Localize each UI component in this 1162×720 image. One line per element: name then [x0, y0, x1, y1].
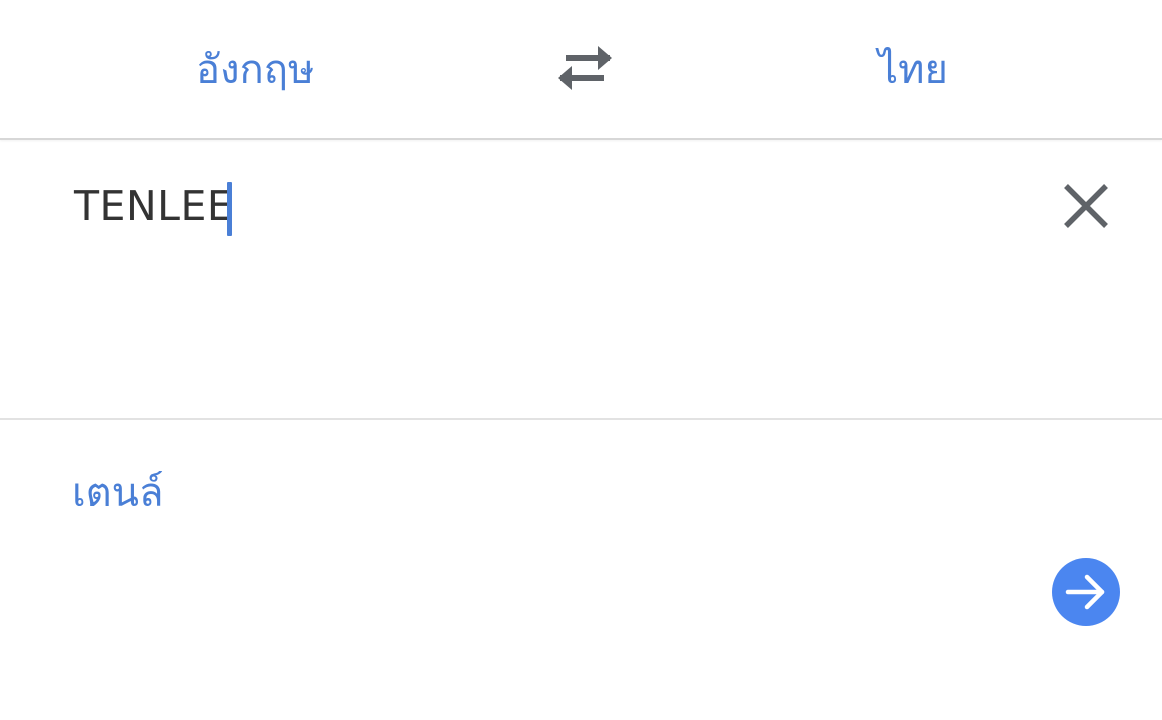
clear-input-button[interactable]	[1058, 178, 1114, 234]
translation-result-area: เตนล์	[0, 420, 1162, 720]
translation-result: เตนล์	[72, 470, 164, 516]
translate-app: อังกฤษ ไทย TENLEE เตนล์	[0, 0, 1162, 720]
language-bar: อังกฤษ ไทย	[0, 0, 1162, 140]
close-icon	[1064, 184, 1108, 228]
source-text-input[interactable]: TENLEE	[74, 176, 234, 236]
submit-translation-button[interactable]	[1052, 558, 1120, 626]
source-text-value: TENLEE	[74, 182, 234, 230]
swap-languages-button[interactable]	[552, 40, 618, 96]
input-area[interactable]: TENLEE	[0, 140, 1162, 420]
source-language-button[interactable]: อังกฤษ	[196, 38, 314, 102]
swap-arrows-icon	[558, 46, 612, 90]
target-language-button[interactable]: ไทย	[878, 38, 948, 102]
text-caret	[227, 182, 233, 236]
arrow-right-icon	[1065, 574, 1105, 610]
